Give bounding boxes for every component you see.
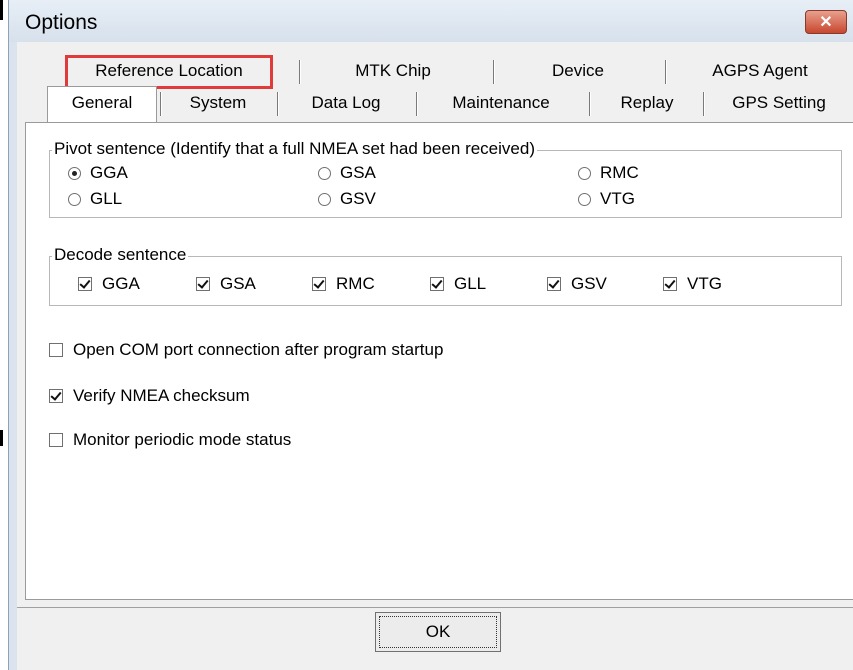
close-button[interactable]: ✕ bbox=[805, 10, 847, 34]
checkbox-checked-icon bbox=[663, 277, 677, 291]
checkbox-checked-icon bbox=[312, 277, 326, 291]
button-area-divider bbox=[17, 607, 853, 608]
decode-check-gga[interactable]: GGA bbox=[78, 274, 140, 294]
checkbox-checked-icon bbox=[430, 277, 444, 291]
pivot-radio-gll[interactable]: GLL bbox=[68, 189, 122, 209]
tab-mtk-chip[interactable]: MTK Chip bbox=[305, 56, 481, 86]
pivot-radio-gsa[interactable]: GSA bbox=[318, 163, 376, 183]
tab-replay[interactable]: Replay bbox=[595, 88, 699, 118]
close-icon: ✕ bbox=[819, 14, 833, 31]
tab-agps-agent[interactable]: AGPS Agent bbox=[671, 56, 849, 86]
window-title: Options bbox=[25, 11, 98, 34]
general-tab-panel: Pivot sentence (Identify that a full NME… bbox=[25, 122, 853, 600]
pivot-radio-gga[interactable]: GGA bbox=[68, 163, 128, 183]
decode-check-rmc[interactable]: RMC bbox=[312, 274, 375, 294]
radio-icon bbox=[578, 192, 591, 206]
tab-gps-setting[interactable]: GPS Setting bbox=[709, 88, 849, 118]
pivot-radio-rmc[interactable]: RMC bbox=[578, 163, 639, 183]
decode-check-gsa[interactable]: GSA bbox=[196, 274, 256, 294]
open-com-port-checkbox[interactable]: Open COM port connection after program s… bbox=[49, 340, 443, 360]
tab-system[interactable]: System bbox=[165, 88, 271, 118]
radio-icon bbox=[68, 192, 81, 206]
decode-check-gsv[interactable]: GSV bbox=[547, 274, 607, 294]
radio-icon bbox=[318, 192, 331, 206]
background-window-edge bbox=[0, 430, 3, 446]
checkbox-icon bbox=[49, 433, 63, 447]
tab-data-log[interactable]: Data Log bbox=[283, 88, 409, 118]
monitor-periodic-mode-checkbox[interactable]: Monitor periodic mode status bbox=[49, 430, 291, 450]
checkbox-checked-icon bbox=[49, 389, 63, 403]
checkbox-checked-icon bbox=[547, 277, 561, 291]
decode-check-gll[interactable]: GLL bbox=[430, 274, 486, 294]
radio-icon bbox=[578, 166, 591, 180]
pivot-sentence-legend: Pivot sentence (Identify that a full NME… bbox=[52, 139, 537, 159]
background-window-edge bbox=[0, 0, 3, 20]
verify-nmea-checksum-checkbox[interactable]: Verify NMEA checksum bbox=[49, 386, 250, 406]
radio-icon bbox=[318, 166, 331, 180]
radio-selected-icon bbox=[68, 166, 81, 180]
decode-check-vtg[interactable]: VTG bbox=[663, 274, 722, 294]
ok-button-label: OK bbox=[379, 616, 497, 648]
tab-device[interactable]: Device bbox=[499, 56, 657, 86]
pivot-radio-gsv[interactable]: GSV bbox=[318, 189, 376, 209]
decode-sentence-group: Decode sentence GGA GSA RMC GLL GSV VTG bbox=[49, 245, 842, 306]
checkbox-checked-icon bbox=[78, 277, 92, 291]
decode-sentence-legend: Decode sentence bbox=[52, 245, 189, 265]
checkbox-icon bbox=[49, 343, 63, 357]
pivot-radio-vtg[interactable]: VTG bbox=[578, 189, 635, 209]
reference-location-highlight bbox=[65, 55, 273, 89]
options-dialog: Options ✕ Reference Location MTK Chip De… bbox=[8, 0, 853, 670]
pivot-sentence-group: Pivot sentence (Identify that a full NME… bbox=[49, 139, 842, 218]
tab-row-bottom: General System Data Log Maintenance Repl… bbox=[17, 88, 853, 118]
checkbox-checked-icon bbox=[196, 277, 210, 291]
title-bar[interactable]: Options ✕ bbox=[9, 0, 853, 42]
tab-maintenance[interactable]: Maintenance bbox=[421, 88, 581, 118]
tab-general[interactable]: General bbox=[47, 88, 157, 118]
ok-button[interactable]: OK bbox=[375, 612, 501, 652]
dialog-client-area: Reference Location MTK Chip Device AGPS … bbox=[17, 42, 853, 670]
